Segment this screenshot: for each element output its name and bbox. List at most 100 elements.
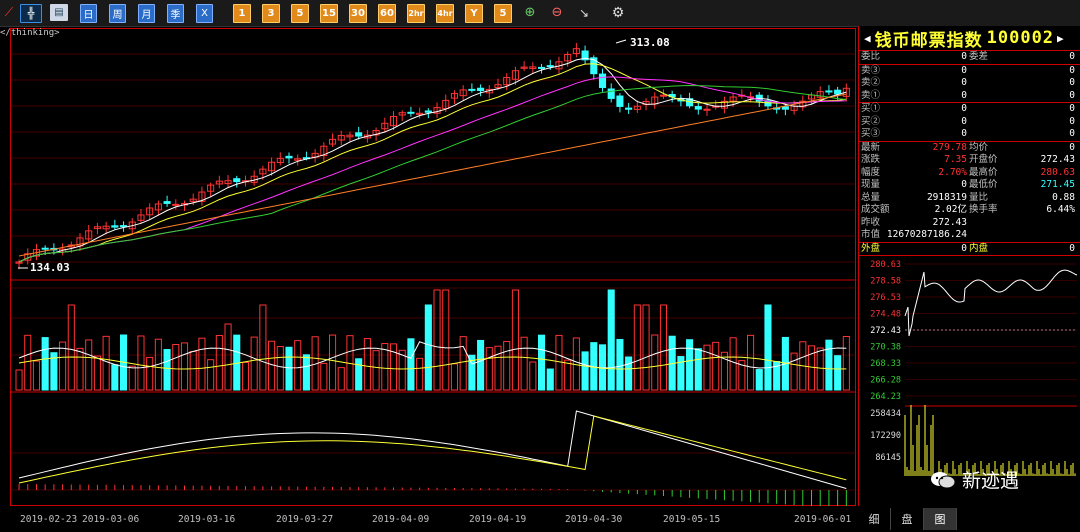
quote-row: 市值 12670287186.24 — [859, 229, 1080, 242]
week-button[interactable]: 周 — [109, 4, 126, 23]
mini-price-label: 270.38 — [870, 343, 901, 353]
min3-button[interactable]: 3 — [262, 4, 280, 23]
date-label: 2019-04-19 — [469, 514, 527, 525]
candlestick-icon[interactable]: ╬ — [20, 4, 42, 23]
quarter-button[interactable]: 季 — [167, 4, 184, 23]
volume-bar — [302, 354, 310, 391]
volume-bar — [477, 339, 485, 391]
min30-button[interactable]: 30 — [349, 4, 367, 23]
mini-price-line — [904, 269, 1078, 337]
hr2-button[interactable]: 2hr — [407, 4, 425, 23]
mini-price-label: 272.43 — [870, 326, 901, 336]
volume-bar — [686, 339, 694, 391]
volume-bar — [511, 289, 519, 391]
candle — [694, 106, 702, 110]
row-value: 272.43 — [932, 216, 967, 228]
row-label-2: 最高价 — [969, 166, 998, 178]
row-label: 卖② — [861, 77, 881, 88]
next-arrow-icon[interactable]: ▶ — [1057, 32, 1065, 45]
tab-detail[interactable]: 细 — [858, 508, 891, 530]
volume-bar — [503, 340, 511, 391]
volume-bar — [102, 335, 110, 391]
volume-bar — [207, 359, 215, 391]
ma60-line — [18, 93, 847, 257]
macd-dea — [18, 415, 847, 484]
min60-button[interactable]: 60 — [378, 4, 396, 23]
commission-ratio-row: 委比 0 委差 0 — [861, 51, 1075, 62]
volume-bar — [189, 350, 197, 391]
volume-bar — [76, 347, 84, 391]
zoom-out-icon[interactable]: ⊖ — [548, 4, 566, 21]
date-label: 2019-03-06 — [82, 514, 140, 525]
volume-bar — [442, 289, 450, 391]
row-value: 0 — [961, 103, 967, 114]
quote-row: 成交额 2.02亿 换手率 6.44% — [859, 204, 1080, 217]
date-axis: 2019-02-23 2019-03-06 2019-03-16 2019-03-27… — [0, 508, 858, 532]
zoom-in-icon[interactable]: ⊕ — [521, 4, 539, 21]
row-label-2: 开盘价 — [969, 154, 998, 165]
volume-bar — [355, 358, 363, 391]
candle — [172, 203, 180, 206]
date-label: 2019-03-27 — [276, 514, 334, 525]
date-label: 2019-02-23 — [20, 514, 78, 525]
candle — [607, 88, 615, 99]
intraday-chart[interactable]: 280.63 278.58 276.53 274.48 272.43 270.38 268.… — [859, 256, 1080, 480]
toolbar: ⟋ ╬ ▤ 日 周 月 季 X 1 3 5 15 30 60 2hr 4hr Y… — [0, 0, 1080, 27]
min5-button[interactable]: 5 — [291, 4, 309, 23]
volume-bar — [180, 342, 189, 391]
kline-chart[interactable]: 313.08 134.03 — [10, 28, 856, 509]
row-label-2: 最低价 — [969, 179, 998, 190]
volume-bar — [694, 348, 702, 391]
volume-bar — [747, 334, 755, 391]
volume-bar — [15, 369, 23, 391]
min-price-label: 134.03 — [30, 261, 70, 274]
volume-bar — [450, 363, 459, 391]
candle — [120, 225, 128, 228]
volume-bar — [111, 364, 119, 391]
date-label: 2019-04-30 — [565, 514, 623, 525]
tab-board[interactable]: 盘 — [891, 508, 924, 530]
candle — [111, 225, 119, 228]
month-button[interactable]: 月 — [138, 4, 155, 23]
mini-price-label: 264.23 — [870, 392, 901, 402]
volume-bar — [834, 355, 842, 391]
candle — [625, 107, 633, 110]
x-button[interactable]: X — [196, 4, 213, 23]
index-code: 100002 — [986, 28, 1055, 48]
volume-bar — [285, 346, 293, 391]
ask-row: 卖③ 0 0 — [859, 65, 1080, 78]
draw-tool-icon[interactable]: ↘ — [575, 4, 593, 21]
custom-period-button[interactable]: 5 — [494, 4, 512, 23]
volume-bar — [546, 368, 554, 391]
row-value-2: 272.43 — [1040, 154, 1075, 165]
day-button[interactable]: 日 — [80, 4, 97, 23]
row-value-2: 0 — [1069, 77, 1075, 88]
volume-bar — [607, 289, 615, 391]
red-line-icon[interactable]: ⟋ — [0, 4, 18, 21]
settings-gear-icon[interactable]: ⚙ — [609, 4, 627, 21]
year-button[interactable]: Y — [465, 4, 483, 23]
tab-chart[interactable]: 图 — [924, 508, 957, 530]
prev-arrow-icon[interactable]: ◀ — [864, 32, 872, 45]
calendar-icon[interactable]: ▤ — [50, 4, 68, 21]
row-value-2: 0 — [1069, 141, 1075, 153]
quote-panel: ◀ 钱币邮票指数 100002 ▶ 委比 0 委差 0 卖③ 0 0 卖② 0 0 卖① 0 0… — [858, 26, 1080, 506]
hr4-button[interactable]: 4hr — [436, 4, 454, 23]
row-label: 总量 — [861, 191, 881, 203]
row-value-2: 280.63 — [1040, 166, 1075, 178]
min15-button[interactable]: 15 — [320, 4, 338, 23]
quote-row: 总量 2918319 量比 0.88 — [859, 192, 1080, 205]
volume-bar — [93, 355, 101, 391]
volume-bar — [363, 338, 371, 391]
volume-bar — [755, 369, 763, 391]
mini-volume-label: 258434 — [870, 409, 901, 419]
row-value: 0 — [961, 89, 967, 101]
volume-bar — [807, 345, 816, 391]
row-label: 卖③ — [861, 64, 881, 76]
candle — [407, 111, 415, 114]
min1-button[interactable]: 1 — [233, 4, 251, 23]
row-value-2: 0 — [1069, 89, 1075, 101]
bid-row: 买③ 0 0 — [859, 128, 1080, 141]
candle — [546, 65, 554, 68]
row-value-2: 0 — [1069, 103, 1075, 114]
